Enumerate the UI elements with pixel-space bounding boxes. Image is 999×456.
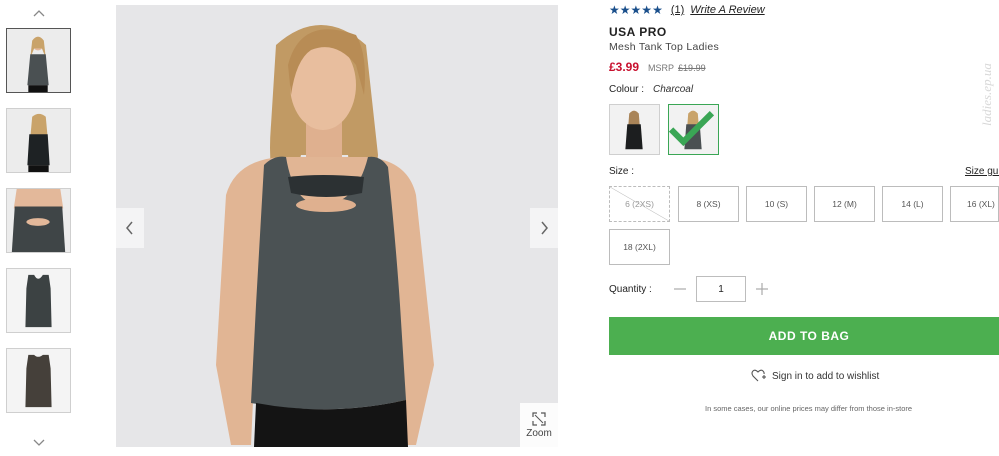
chevron-up-icon — [33, 10, 45, 17]
zoom-label: Zoom — [526, 427, 552, 439]
star-icon: ★ — [619, 3, 631, 17]
thumbnail-image — [7, 189, 70, 252]
plus-icon — [756, 283, 768, 295]
thumbnail-image — [7, 349, 70, 412]
thumbnail-flat-front[interactable] — [6, 268, 71, 333]
size-guide-link[interactable]: Size gui — [965, 166, 999, 177]
previous-image-button[interactable] — [116, 208, 144, 248]
size-option[interactable]: 14 (L) — [882, 186, 943, 222]
colour-swatches — [609, 104, 719, 155]
star-icon: ★ — [652, 3, 663, 17]
colour-swatch-charcoal[interactable] — [668, 104, 719, 155]
size-option[interactable]: 8 (XS) — [678, 186, 739, 222]
thumbnails-down-arrow[interactable] — [30, 436, 48, 450]
size-option[interactable]: 6 (2XS) — [609, 186, 670, 222]
quantity-input[interactable] — [696, 276, 746, 302]
thumbnail-image — [7, 269, 70, 332]
size-label: Size : — [609, 166, 635, 177]
thumbnail-front[interactable] — [6, 28, 71, 93]
star-icon: ★ — [641, 3, 653, 17]
thumbnail-image — [7, 109, 70, 172]
quantity-decrease-button[interactable] — [670, 276, 690, 302]
star-icon: ★ — [609, 3, 620, 17]
current-price: £3.99 — [609, 60, 640, 74]
thumbnail-list — [6, 28, 72, 428]
product-photo — [116, 5, 558, 447]
zoom-button[interactable]: Zoom — [520, 403, 558, 447]
colour-label: Colour : — [609, 84, 645, 95]
review-count-link[interactable]: (1) — [671, 4, 684, 16]
checkmark-icon — [668, 111, 715, 147]
thumbnail-detail[interactable] — [6, 188, 71, 253]
brand-name: USA PRO — [609, 25, 667, 39]
size-option[interactable]: 12 (M) — [814, 186, 875, 222]
quantity-label: Quantity : — [609, 283, 652, 295]
star-icon: ★ — [630, 3, 642, 17]
chevron-right-icon — [541, 221, 548, 235]
rating-row: ★ ★ ★ ★ ★ (1) Write A Review — [609, 4, 765, 16]
write-review-link[interactable]: Write A Review — [690, 4, 764, 16]
selected-colour: Charcoal — [653, 84, 694, 95]
main-product-image[interactable]: Zoom — [116, 5, 558, 447]
thumbnail-image — [7, 29, 70, 92]
thumbnail-back[interactable] — [6, 108, 71, 173]
size-option[interactable]: 16 (XL) — [950, 186, 999, 222]
price-disclaimer: In some cases, our online prices may dif… — [705, 404, 913, 413]
heart-plus-icon — [751, 369, 766, 382]
watermark: ladies.ep.ua — [979, 63, 994, 126]
chevron-down-icon — [33, 439, 45, 446]
size-option[interactable]: 18 (2XL) — [609, 229, 670, 265]
minus-icon — [674, 288, 686, 290]
quantity-row: Quantity : — [609, 276, 772, 302]
chevron-left-icon — [126, 221, 133, 235]
wishlist-link[interactable]: Sign in to add to wishlist — [751, 369, 879, 383]
quantity-increase-button[interactable] — [752, 276, 772, 302]
price-row: £3.99 MSRP £19.99 — [609, 60, 706, 74]
thumbnail-flat-back[interactable] — [6, 348, 71, 413]
wishlist-text: Sign in to add to wishlist — [772, 370, 880, 382]
thumbnails-up-arrow[interactable] — [30, 6, 48, 20]
swatch-image — [610, 105, 659, 154]
msrp-price: £19.99 — [678, 63, 706, 73]
colour-row: Colour : Charcoal — [609, 84, 693, 95]
star-rating: ★ ★ ★ ★ ★ — [609, 4, 663, 16]
add-to-bag-button[interactable]: ADD TO BAG — [609, 317, 999, 355]
svg-text:ladies.ep.ua: ladies.ep.ua — [979, 63, 994, 126]
product-title: Mesh Tank Top Ladies — [609, 41, 720, 53]
next-image-button[interactable] — [530, 208, 558, 248]
colour-swatch-black[interactable] — [609, 104, 660, 155]
msrp-label: MSRP — [648, 63, 675, 73]
size-option[interactable]: 10 (S) — [746, 186, 807, 222]
expand-icon — [532, 411, 546, 426]
